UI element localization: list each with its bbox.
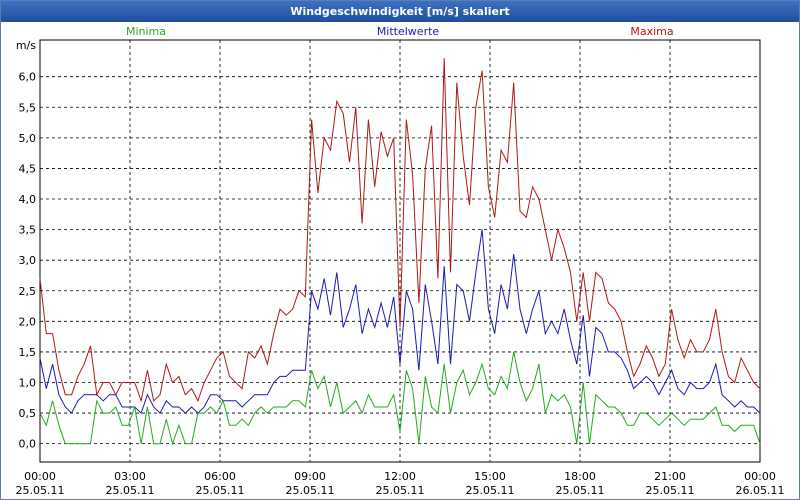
y-tick-label: 5,0 — [19, 132, 37, 145]
y-tick-label: 4,5 — [19, 162, 37, 175]
legend-mittelwerte: Mittelwerte — [377, 25, 440, 38]
legend-maxima: Maxima — [630, 25, 673, 38]
y-tick-label: 3,5 — [19, 224, 37, 237]
y-tick-label: 0,5 — [19, 407, 37, 420]
x-tick-time: 00:00 — [744, 470, 776, 483]
x-tick-date: 25.05.11 — [16, 484, 65, 497]
x-tick-date: 25.05.11 — [196, 484, 245, 497]
x-tick-time: 03:00 — [114, 470, 146, 483]
wind-speed-chart: 0,0 0,5 1,0 1,5 2,0 2,5 3,0 3,5 4,0 4,5 5,0 5,5 6,0 m… — [16, 25, 785, 497]
x-tick-date: 25.05.11 — [286, 484, 335, 497]
y-tick-label: 0,0 — [19, 438, 37, 451]
y-tick-label: 1,0 — [19, 376, 37, 389]
y-tick-label: 4,0 — [19, 193, 37, 206]
x-tick-time: 18:00 — [564, 470, 596, 483]
x-tick-date: 25.05.11 — [466, 484, 515, 497]
x-tick-time: 00:00 — [24, 470, 56, 483]
legend-minima: Minima — [126, 25, 166, 38]
y-tick-label: 2,5 — [19, 285, 37, 298]
y-tick-label: 2,0 — [19, 315, 37, 328]
x-tick-time: 09:00 — [294, 470, 326, 483]
y-tick-label: 3,0 — [19, 254, 37, 267]
x-tick-date: 25.05.11 — [556, 484, 605, 497]
x-tick-date: 25.05.11 — [376, 484, 425, 497]
x-tick-date: 25.05.11 — [106, 484, 155, 497]
x-tick-time: 21:00 — [654, 470, 686, 483]
x-tick-time: 15:00 — [474, 470, 506, 483]
y-tick-label: 6,0 — [19, 71, 37, 84]
x-tick-time: 06:00 — [204, 470, 236, 483]
x-tick-date: 26.05.11 — [736, 484, 785, 497]
x-tick-time: 12:00 — [384, 470, 416, 483]
y-tick-label: 1,5 — [19, 346, 37, 359]
y-axis-label: m/s — [16, 39, 36, 52]
y-tick-label: 5,5 — [19, 101, 37, 114]
x-tick-date: 25.05.11 — [646, 484, 695, 497]
